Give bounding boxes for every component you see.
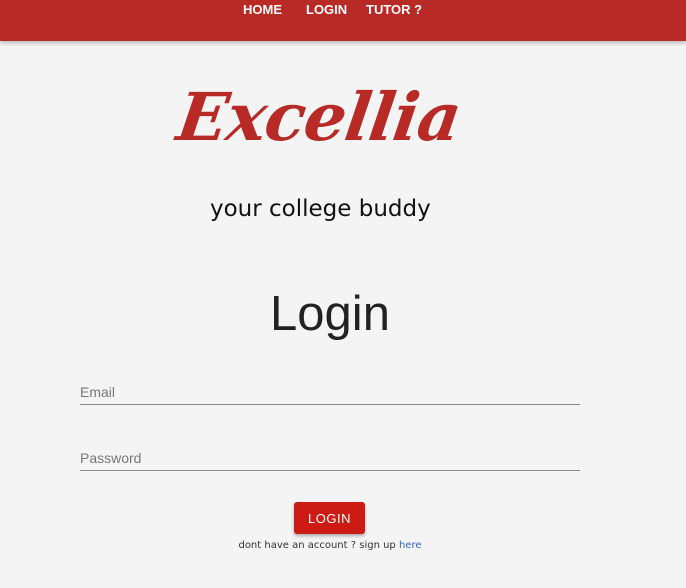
signup-prompt-text: dont have an account ? sign up [238, 540, 396, 551]
nav-login-link[interactable]: LOGIN [306, 2, 347, 17]
password-field-wrapper [80, 450, 580, 471]
page-title: Login [270, 287, 390, 341]
signup-link[interactable]: here [399, 540, 422, 551]
password-field[interactable] [80, 450, 580, 471]
nav-home-link[interactable]: HOME [243, 2, 282, 17]
nav-tutor-link[interactable]: TUTOR ? [366, 2, 422, 17]
brand-tagline: your college buddy [210, 196, 431, 222]
email-field[interactable] [80, 384, 580, 405]
brand-logo: Excellia your college buddy [170, 78, 490, 229]
login-button[interactable]: LOGIN [294, 502, 365, 534]
logo-wordmark: Excellia [172, 78, 466, 156]
email-field-wrapper [80, 384, 580, 405]
signup-prompt: dont have an account ? sign up here [0, 540, 660, 551]
top-navbar: HOME LOGIN TUTOR ? [0, 0, 686, 41]
